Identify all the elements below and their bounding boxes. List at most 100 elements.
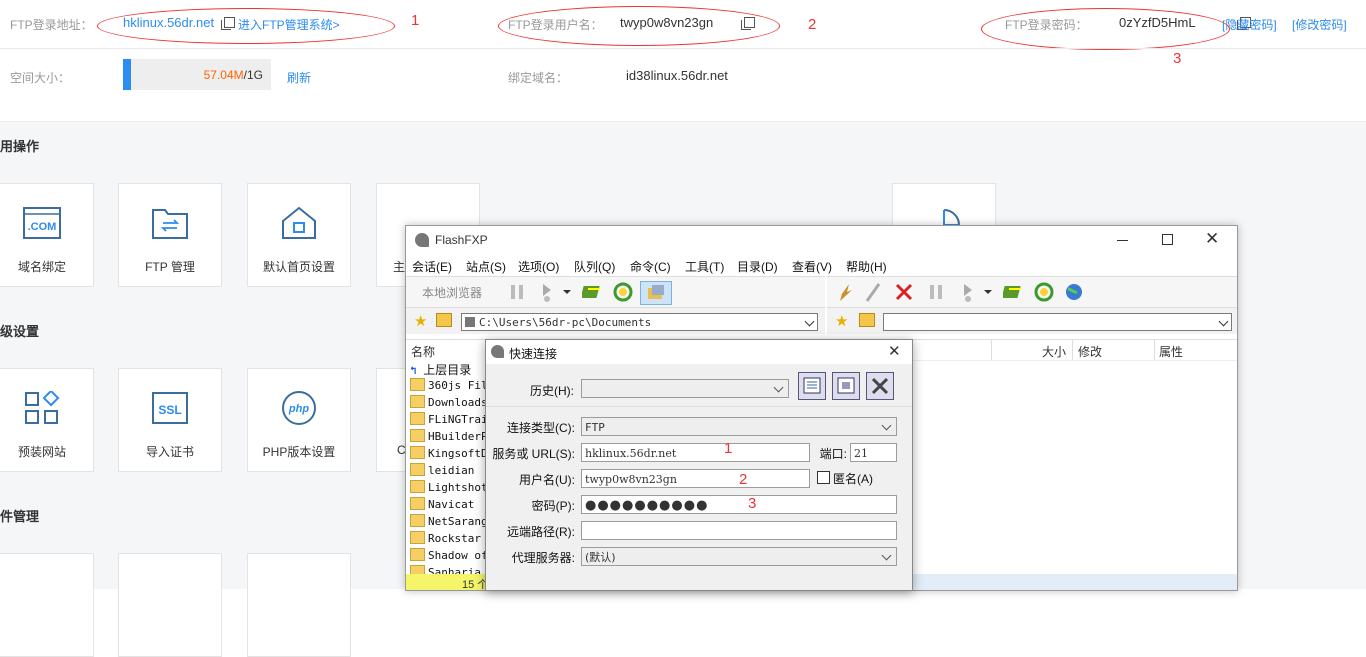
- history-select[interactable]: [581, 379, 789, 398]
- close-icon[interactable]: ✕: [1205, 229, 1219, 249]
- conn-type-select[interactable]: FTP: [581, 417, 897, 436]
- tile-preinstall[interactable]: 预装网站: [0, 368, 94, 472]
- refresh-icon[interactable]: [1033, 281, 1055, 303]
- column-header-size[interactable]: 大小: [1042, 343, 1066, 360]
- anonymous-checkbox[interactable]: [817, 471, 830, 484]
- space-usage-fill: [123, 59, 131, 90]
- list-item[interactable]: Shadow of: [410, 548, 488, 565]
- list-item[interactable]: KingsoftDa: [410, 446, 494, 463]
- menu-directory[interactable]: 目录(D): [737, 258, 778, 275]
- pause-icon[interactable]: [506, 281, 528, 303]
- server-input[interactable]: hklinux.56dr.net: [581, 443, 810, 462]
- connect-lightning-icon[interactable]: [833, 281, 855, 303]
- apps-grid-icon: [25, 391, 60, 424]
- username-input[interactable]: twyp0w8vn23gn: [581, 469, 810, 488]
- change-password-link[interactable]: [修改密码]: [1292, 16, 1347, 33]
- parent-dir-row[interactable]: ↰ 上层目录: [410, 361, 471, 378]
- connect-icon[interactable]: [1001, 281, 1025, 303]
- folder-up-icon[interactable]: [859, 313, 875, 327]
- menu-session[interactable]: 会话(E): [412, 258, 452, 275]
- anonymous-label[interactable]: 匿名(A): [833, 470, 873, 487]
- column-divider: [1072, 340, 1073, 360]
- divider: [486, 406, 912, 407]
- php-icon: php: [282, 391, 316, 425]
- favorite-star-icon[interactable]: ★: [835, 312, 848, 330]
- dialog-titlebar: 快速连接 ✕: [486, 340, 912, 364]
- domain-label: 绑定域名：: [508, 71, 569, 85]
- local-toolbar: 本地浏览器: [406, 276, 825, 308]
- transfer-icon[interactable]: [536, 281, 558, 303]
- delete-site-icon[interactable]: [866, 372, 894, 400]
- port-input[interactable]: 21: [850, 443, 897, 462]
- dialog-close-icon[interactable]: ✕: [888, 342, 901, 360]
- conn-type-label: 连接类型(C):: [507, 421, 575, 435]
- remote-path-input[interactable]: [581, 521, 897, 540]
- column-header-attr[interactable]: 属性: [1159, 343, 1183, 360]
- password-input[interactable]: ●●●●●●●●●●: [581, 495, 897, 514]
- tile-label: FTP 管理: [145, 260, 195, 274]
- dialog-body: 历史(H): 连接类型(C): FTP 服务或 URL(S): hklinux.…: [486, 364, 912, 590]
- domain-value: id38linux.56dr.net: [626, 68, 728, 83]
- maximize-icon[interactable]: [1162, 234, 1173, 245]
- tile-domain-bind[interactable]: .COM 域名绑定: [0, 183, 94, 287]
- ssl-icon: SSL: [152, 392, 188, 424]
- quick-connect-icon[interactable]: [640, 281, 672, 305]
- list-item[interactable]: NetSarang: [410, 514, 488, 531]
- list-item[interactable]: Downloads: [410, 395, 488, 412]
- tile-files-1[interactable]: [0, 553, 94, 657]
- local-browser-label[interactable]: 本地浏览器: [422, 284, 482, 301]
- disconnect-icon[interactable]: [863, 281, 885, 303]
- annotation-number-1: 1: [724, 440, 733, 457]
- list-item[interactable]: HBuilderPr: [410, 429, 494, 446]
- transfer-icon[interactable]: [957, 281, 979, 303]
- folder-icon: [410, 395, 425, 408]
- tile-ftp-manage[interactable]: FTP 管理: [118, 183, 222, 287]
- refresh-link[interactable]: 刷新: [287, 69, 311, 86]
- tile-files-2[interactable]: [118, 553, 222, 657]
- connect-icon[interactable]: [580, 281, 604, 303]
- menu-tools[interactable]: 工具(T): [685, 258, 724, 275]
- list-item[interactable]: Navicat: [410, 497, 474, 514]
- site-manager-icon[interactable]: [798, 372, 826, 400]
- column-header-modified[interactable]: 修改: [1078, 343, 1102, 360]
- menu-help[interactable]: 帮助(H): [846, 258, 887, 275]
- tile-label: 默认首页设置: [262, 260, 335, 274]
- menu-options[interactable]: 选项(O): [518, 258, 559, 275]
- menu-queue[interactable]: 队列(Q): [574, 258, 615, 275]
- proxy-select[interactable]: (默认): [581, 547, 897, 566]
- column-header-name[interactable]: 名称: [411, 343, 435, 360]
- pause-icon[interactable]: [925, 281, 947, 303]
- folder-up-icon[interactable]: [436, 313, 452, 327]
- tile-label: 域名绑定: [17, 260, 66, 274]
- hide-password-link[interactable]: [隐藏密码]: [1222, 16, 1277, 33]
- menu-commands[interactable]: 命令(C): [630, 258, 671, 275]
- refresh-icon[interactable]: [612, 281, 634, 303]
- abort-icon[interactable]: [893, 281, 915, 303]
- globe-icon[interactable]: [1063, 281, 1085, 303]
- section-title-files: 件管理: [0, 509, 40, 524]
- tile-label: 导入证书: [145, 445, 194, 459]
- list-item[interactable]: Lightshot: [410, 480, 488, 497]
- menu-sites[interactable]: 站点(S): [466, 258, 506, 275]
- list-item[interactable]: FLiNGTrain: [410, 412, 494, 429]
- tile-php-version[interactable]: php PHP版本设置: [247, 368, 351, 472]
- edit-site-icon[interactable]: [832, 372, 860, 400]
- username-label: 用户名(U):: [519, 473, 575, 487]
- tile-default-home[interactable]: 默认首页设置: [247, 183, 351, 287]
- port-label: 端口:: [819, 447, 847, 461]
- tile-import-cert[interactable]: SSL 导入证书: [118, 368, 222, 472]
- list-item[interactable]: Rockstar G: [410, 531, 494, 548]
- chevron-down-icon[interactable]: [562, 281, 572, 303]
- favorite-star-icon[interactable]: ★: [414, 312, 427, 330]
- local-path-combo[interactable]: C:\Users\56dr-pc\Documents: [461, 313, 818, 331]
- chevron-down-icon[interactable]: [983, 281, 993, 303]
- remote-path-combo[interactable]: [883, 313, 1232, 331]
- ftp-address-label: FTP登录地址：: [10, 18, 93, 32]
- list-item[interactable]: leidian: [410, 463, 474, 480]
- tile-files-3[interactable]: [247, 553, 351, 657]
- column-divider: [991, 340, 992, 360]
- list-item[interactable]: 360js File: [410, 378, 494, 395]
- minimize-icon[interactable]: [1117, 240, 1128, 241]
- menu-view[interactable]: 查看(V): [792, 258, 832, 275]
- password-label: 密码(P):: [531, 499, 575, 513]
